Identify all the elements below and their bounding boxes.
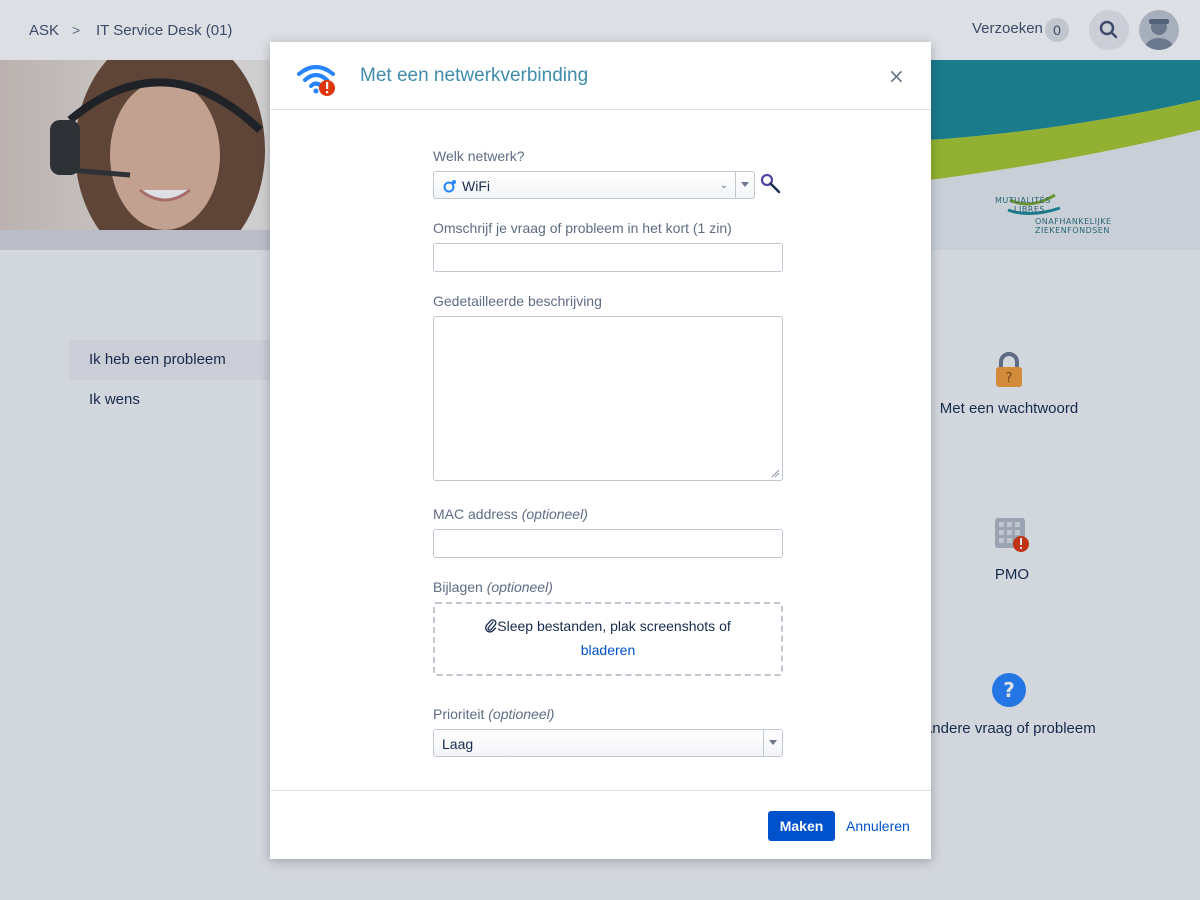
search-network-icon[interactable] — [760, 173, 782, 195]
network-select[interactable]: WiFi ⌄ — [433, 171, 755, 199]
paperclip-icon — [485, 619, 497, 633]
priority-select-value: Laag — [442, 736, 474, 752]
priority-label-text: Prioriteit — [433, 706, 485, 722]
chevron-down-icon — [741, 182, 749, 187]
mac-label-text: MAC address — [433, 506, 518, 522]
dialog-title: Met een netwerkverbinding — [360, 65, 589, 86]
attachments-label-text: Bijlagen — [433, 579, 483, 595]
create-request-dialog: Met een netwerkverbinding × Welk netwerk… — [270, 42, 931, 859]
mac-optional-text: (optioneel) — [521, 506, 588, 522]
description-label: Gedetailleerde beschrijving — [433, 293, 602, 309]
dropzone-text: Sleep bestanden, plak screenshots of — [497, 618, 731, 634]
dialog-footer: Maken Annuleren — [270, 790, 931, 859]
close-icon[interactable]: × — [888, 64, 905, 88]
attachments-label: Bijlagen (optioneel) — [433, 579, 553, 595]
browse-files-link[interactable]: bladeren — [435, 642, 781, 658]
priority-select[interactable]: Laag — [433, 729, 783, 757]
wifi-alert-icon — [297, 65, 335, 96]
mac-address-input[interactable] — [433, 529, 783, 558]
dropzone-text-row: Sleep bestanden, plak screenshots of — [435, 618, 781, 634]
clear-selection-icon[interactable]: ⌄ — [720, 180, 728, 191]
cancel-button[interactable]: Annuleren — [846, 818, 910, 834]
priority-label: Prioriteit (optioneel) — [433, 706, 554, 722]
resize-handle-icon[interactable] — [770, 468, 780, 478]
create-button[interactable]: Maken — [768, 811, 835, 841]
network-select-toggle[interactable] — [735, 172, 754, 198]
dialog-header: Met een netwerkverbinding × — [270, 42, 931, 110]
summary-input[interactable] — [433, 243, 783, 272]
mac-label: MAC address (optioneel) — [433, 506, 588, 522]
priority-optional-text: (optioneel) — [488, 706, 555, 722]
network-label: Welk netwerk? — [433, 148, 525, 164]
attachments-optional-text: (optioneel) — [486, 579, 553, 595]
chevron-down-icon — [769, 740, 777, 745]
wifi-option-icon — [443, 180, 456, 193]
priority-select-toggle[interactable] — [763, 730, 782, 756]
summary-label: Omschrijf je vraag of probleem in het ko… — [433, 220, 732, 236]
description-textarea[interactable] — [433, 316, 783, 481]
network-select-value: WiFi — [462, 178, 490, 194]
attachment-dropzone[interactable]: Sleep bestanden, plak screenshots of bla… — [433, 602, 783, 676]
